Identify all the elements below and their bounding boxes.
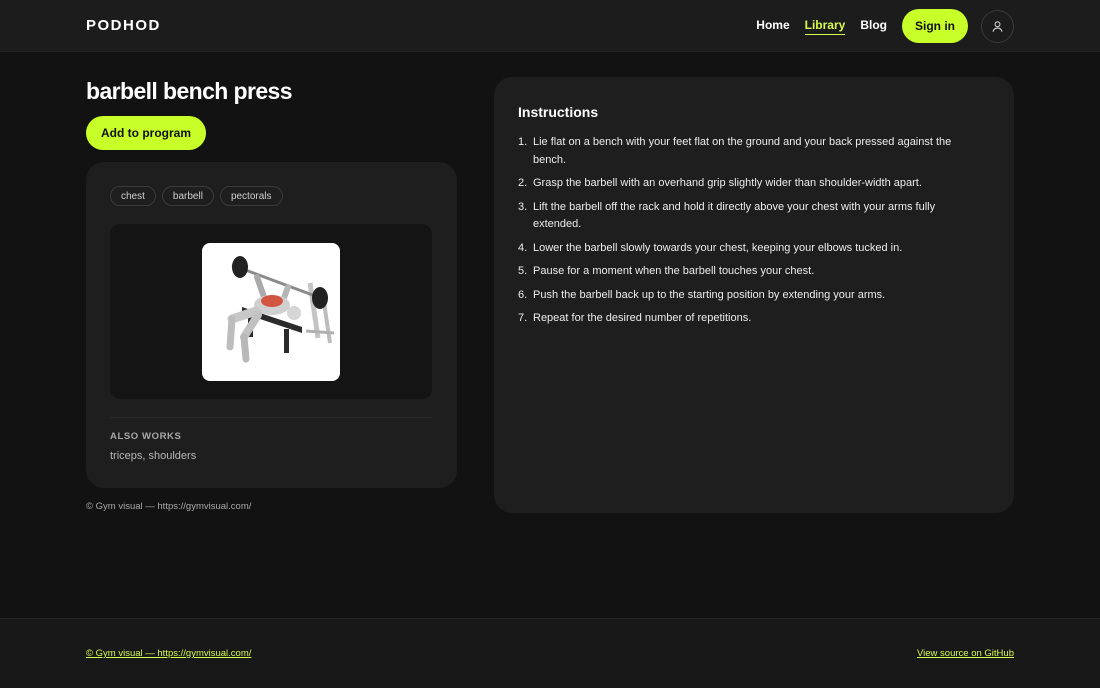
view-source-link[interactable]: View source on GitHub bbox=[917, 648, 1014, 659]
nav-link-home[interactable]: Home bbox=[756, 18, 789, 34]
instruction-step: 7. Repeat for the desired number of repet… bbox=[518, 312, 752, 324]
exercise-image bbox=[202, 243, 340, 381]
sign-in-button[interactable]: Sign in bbox=[902, 9, 968, 43]
also-works-value: triceps, shoulders bbox=[110, 450, 197, 462]
bench-press-illustration bbox=[226, 256, 335, 363]
exercise-title: barbell bench press bbox=[86, 78, 293, 104]
tag-barbell[interactable]: barbell bbox=[161, 186, 214, 206]
also-works-label: ALSO WORKS bbox=[110, 431, 182, 442]
divider bbox=[110, 417, 432, 418]
image-credit: © Gym visual — https://gymvisual.com/ bbox=[86, 501, 252, 512]
add-to-program-button[interactable]: Add to program bbox=[86, 116, 206, 150]
user-icon bbox=[992, 20, 1003, 32]
page-footer: © Gym visual — https://gymvisual.com/ Vi… bbox=[0, 618, 1100, 688]
nav-links: Home Library Blog Sign in bbox=[756, 9, 1014, 43]
instruction-step: 3. Lift the barbell off the rack and hold… bbox=[518, 200, 936, 231]
tag-chest[interactable]: chest bbox=[110, 186, 156, 206]
instructions-title: Instructions bbox=[518, 104, 599, 120]
instruction-step: 5. Pause for a moment when the barbell to… bbox=[518, 265, 815, 277]
nav-link-library[interactable]: Library bbox=[804, 18, 846, 35]
instructions-card: Instructions 1. Lie flat on a bench with … bbox=[494, 77, 1014, 513]
top-navbar: PODHOD Home Library Blog Sign in bbox=[0, 0, 1100, 52]
instruction-step: 4. Lower the barbell slowly towards your … bbox=[518, 241, 903, 254]
nav-link-blog[interactable]: Blog bbox=[860, 18, 887, 34]
logo[interactable]: PODHOD bbox=[86, 17, 161, 34]
instruction-step: 1. Lie flat on a bench with your feet fla… bbox=[518, 136, 952, 166]
footer-credit-link[interactable]: © Gym visual — https://gymvisual.com/ bbox=[86, 648, 251, 659]
instructions-list: 1. Lie flat on a bench with your feet fla… bbox=[518, 134, 968, 334]
instruction-step: 6. Push the barbell back up to the starti… bbox=[518, 288, 886, 301]
exercise-detail-card: chest barbell pectorals ALSO WORKS trice… bbox=[86, 162, 457, 488]
tag-pectorals[interactable]: pectorals bbox=[219, 186, 283, 206]
tag-list: chest barbell pectorals bbox=[110, 186, 289, 206]
avatar-button[interactable] bbox=[981, 9, 1014, 43]
instruction-step: 2. Grasp the barbell with an overhand gri… bbox=[518, 177, 922, 189]
media-container bbox=[110, 224, 432, 399]
